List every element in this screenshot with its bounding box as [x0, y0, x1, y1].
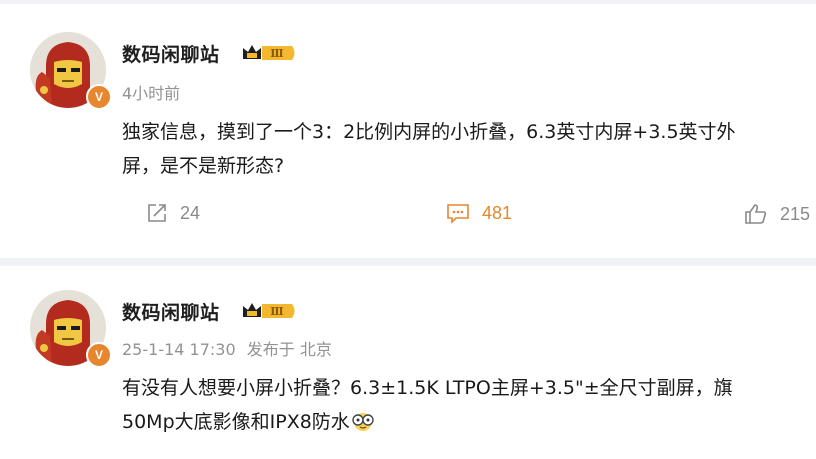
verified-badge: V [86, 342, 112, 368]
post-text-segment: 50Mp大底影像和IPX8防水 [122, 411, 350, 433]
svg-text:Ⅲ: Ⅲ [270, 47, 283, 60]
post-card: V 数码闲聊站 Ⅲ 4小时前 独家信息，摸到了一个3：2比例内屏的小折叠，6.3… [0, 4, 816, 258]
post-source: 发布于 北京 [246, 340, 332, 359]
like-button[interactable]: 215 [744, 202, 810, 226]
repost-count: 24 [180, 202, 201, 223]
like-count: 215 [780, 203, 811, 224]
post-time[interactable]: 4小时前 [122, 80, 180, 104]
vip-crown-badge[interactable]: Ⅲ [240, 42, 298, 64]
post-meta: 25-1-14 17:30 发布于 北京 [122, 336, 332, 360]
vip-crown-badge[interactable]: Ⅲ [240, 300, 298, 322]
comment-icon [447, 204, 469, 224]
post-card: V 数码闲聊站 Ⅲ 25-1-14 17:30 发布于 北京 有没有人想要小屏小… [0, 266, 816, 459]
repost-button[interactable]: 24 [146, 202, 200, 224]
avatar[interactable]: V [30, 32, 112, 110]
post-text-line: 屏，是不是新形态? [122, 155, 285, 177]
author-name[interactable]: 数码闲聊站 [122, 298, 220, 325]
action-bar: 24 481 215 [0, 196, 816, 232]
post-text-line: 独家信息，摸到了一个3：2比例内屏的小折叠，6.3英寸内屏+3.5英寸外 [122, 121, 736, 143]
post-time[interactable]: 25-1-14 17:30 [122, 340, 236, 359]
comment-count: 481 [482, 202, 513, 223]
like-icon [745, 204, 767, 224]
post-text-line: 有没有人想要小屏小折叠？6.3±1.5K LTPO主屏+3.5"±全尺寸副屏，旗 [122, 377, 733, 399]
avatar[interactable]: V [30, 290, 112, 368]
author-name[interactable]: 数码闲聊站 [122, 40, 220, 67]
comment-button[interactable]: 481 [446, 202, 512, 224]
verified-badge: V [86, 84, 112, 110]
post-text-line: 50Mp大底影像和IPX8防水 [122, 406, 816, 439]
eyeglasses-emoji-icon [352, 413, 374, 431]
svg-text:Ⅲ: Ⅲ [270, 305, 283, 318]
repost-icon [148, 204, 166, 222]
